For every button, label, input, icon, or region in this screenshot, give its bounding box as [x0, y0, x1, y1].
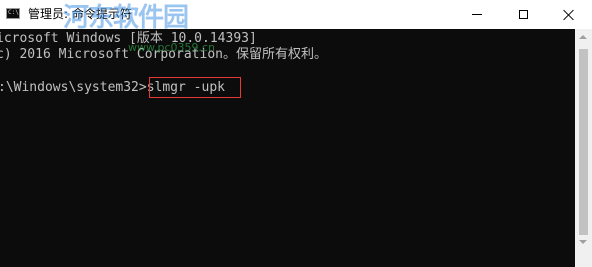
cmd-app-icon[interactable]: C:\ [6, 8, 20, 19]
minimize-button[interactable] [454, 0, 500, 29]
maximize-icon [518, 10, 528, 19]
console-line-version: icrosoft Windows [版本 10.0.14393] [0, 31, 257, 46]
console-output[interactable]: icrosoft Windows [版本 10.0.14393] c) 2016… [0, 29, 575, 267]
title-bar[interactable]: C:\ 管理员: 命令提示符 河东软件园 [0, 0, 592, 33]
command-prompt-window: C:\ 管理员: 命令提示符 河东软件园 icrosoft Windows [版… [0, 0, 592, 267]
command-highlight-box [149, 77, 241, 98]
scrollbar-thumb[interactable] [579, 49, 588, 235]
window-title: 管理员: 命令提示符 [28, 7, 132, 21]
close-button[interactable] [546, 0, 592, 29]
vertical-scrollbar[interactable] [575, 29, 592, 267]
scroll-down-arrow-icon[interactable] [579, 240, 587, 244]
scroll-up-arrow-icon[interactable] [579, 35, 587, 39]
console-line-copyright: c) 2016 Microsoft Corporation。保留所有权利。 [0, 47, 327, 62]
close-icon [563, 9, 575, 21]
maximize-button[interactable] [500, 0, 546, 29]
minimize-icon [472, 14, 482, 15]
